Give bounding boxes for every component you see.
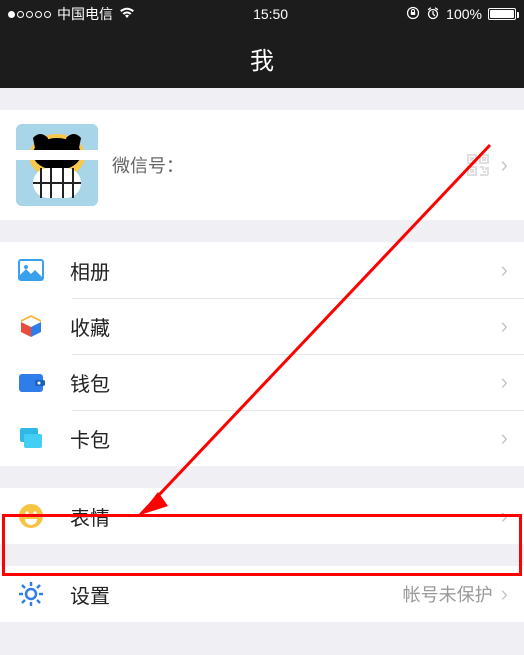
alarm-icon <box>426 6 440 23</box>
row-settings[interactable]: 设置 帐号未保护 › <box>0 566 524 622</box>
avatar <box>16 124 98 206</box>
settings-note: 帐号未保护 <box>403 581 493 607</box>
wallet-icon <box>16 367 46 397</box>
chevron-right-icon: › <box>501 257 508 283</box>
profile-card[interactable]: 微信号： › <box>0 110 524 220</box>
nav-bar: 我 <box>0 28 524 88</box>
menu-group-stickers: 表情 › <box>0 488 524 544</box>
row-label: 表情 <box>70 502 110 531</box>
chevron-right-icon: › <box>501 425 508 451</box>
row-label: 钱包 <box>70 368 110 397</box>
row-album[interactable]: 相册 › <box>0 242 524 298</box>
signal-dots-icon <box>8 11 51 18</box>
chevron-right-icon: › <box>501 313 508 339</box>
menu-group-settings: 设置 帐号未保护 › <box>0 566 524 622</box>
gear-icon <box>16 579 46 609</box>
row-stickers[interactable]: 表情 › <box>0 488 524 544</box>
cube-icon <box>16 311 46 341</box>
clock: 15:50 <box>253 6 288 22</box>
chevron-right-icon: › <box>501 581 508 607</box>
wechat-id-label: 微信号： <box>112 156 184 176</box>
row-cards[interactable]: 卡包 › <box>0 410 524 466</box>
menu-group-main: 相册 › 收藏 › 钱包 › 卡包 › <box>0 242 524 466</box>
smiley-icon <box>16 501 46 531</box>
chevron-right-icon: › <box>501 152 508 178</box>
page-title: 我 <box>250 41 274 76</box>
battery-pct: 100% <box>446 6 482 22</box>
row-label: 相册 <box>70 256 110 285</box>
carrier-label: 中国电信 <box>57 4 113 24</box>
photo-icon <box>16 255 46 285</box>
orientation-lock-icon <box>406 6 420 23</box>
qr-code-icon[interactable] <box>465 152 491 178</box>
row-wallet[interactable]: 钱包 › <box>0 354 524 410</box>
battery-icon <box>488 8 516 20</box>
status-bar: 中国电信 15:50 100% <box>0 0 524 28</box>
row-favorites[interactable]: 收藏 › <box>0 298 524 354</box>
chevron-right-icon: › <box>501 503 508 529</box>
row-label: 设置 <box>70 580 110 609</box>
row-label: 收藏 <box>70 312 110 341</box>
row-label: 卡包 <box>70 424 110 453</box>
cards-icon <box>16 423 46 453</box>
wifi-icon <box>119 6 135 22</box>
chevron-right-icon: › <box>501 369 508 395</box>
